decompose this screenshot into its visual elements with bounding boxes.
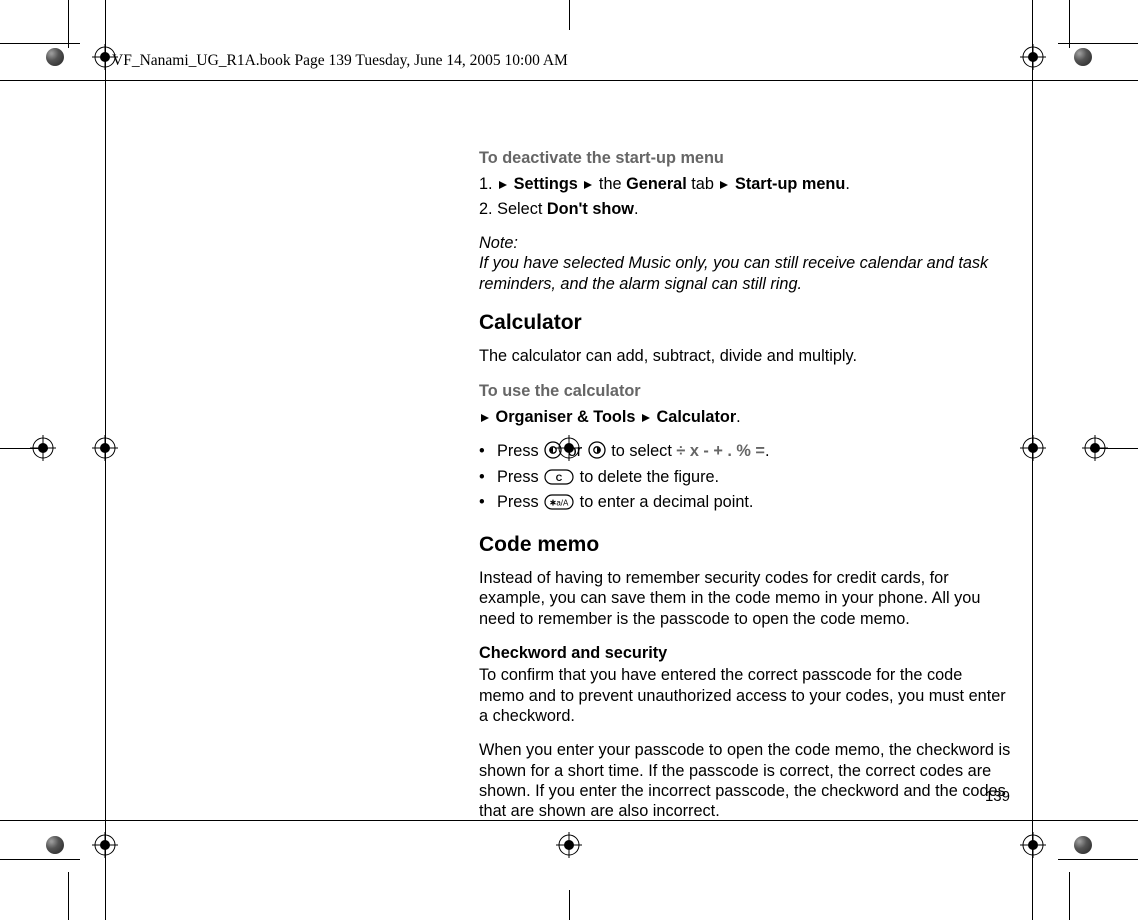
- calc-bullet-3: • Press ✱a/A to enter a decimal point.: [479, 492, 1011, 515]
- calculator-intro: The calculator can add, subtract, divide…: [479, 346, 1011, 366]
- nav-arrow-icon: [481, 414, 489, 422]
- c-key-icon: C: [544, 469, 574, 490]
- text: Press: [497, 442, 543, 460]
- note-body: If you have selected Music only, you can…: [479, 253, 1011, 294]
- text: the: [594, 175, 626, 193]
- tab-general: General: [626, 175, 687, 193]
- text: .: [845, 175, 850, 193]
- step-number: 1.: [479, 175, 497, 193]
- text: Press: [497, 468, 543, 486]
- calculator-nav-path: Organiser & Tools Calculator.: [479, 407, 1011, 427]
- menu-organiser-tools: Organiser & Tools: [496, 408, 636, 426]
- text: or: [563, 442, 587, 460]
- text: .: [634, 200, 639, 218]
- step-1: 1. Settings the General tab Start-up men…: [479, 174, 1011, 194]
- calc-operators: ÷ x - + . % =: [676, 442, 765, 460]
- nav-right-icon: [588, 441, 606, 464]
- registration-mark-icon: [1020, 832, 1046, 858]
- corner-ball-icon: [46, 836, 64, 854]
- corner-ball-icon: [46, 48, 64, 66]
- calc-bullet-1: • Press or to select ÷ x - + . % =.: [479, 441, 1011, 464]
- nav-left-icon: [544, 441, 562, 464]
- option-dont-show: Don't show: [547, 200, 634, 218]
- text: .: [765, 442, 770, 460]
- text: .: [736, 408, 741, 426]
- heading-code-memo: Code memo: [479, 532, 1011, 558]
- svg-text:C: C: [556, 473, 563, 483]
- menu-startup: Start-up menu: [735, 175, 845, 193]
- corner-ball-icon: [1074, 836, 1092, 854]
- nav-arrow-icon: [499, 181, 507, 189]
- star-key-icon: ✱a/A: [544, 494, 574, 515]
- heading-deactivate-startup: To deactivate the start-up menu: [479, 148, 1011, 168]
- nav-arrow-icon: [642, 414, 650, 422]
- text: 2. Select: [479, 200, 547, 218]
- page-number: 139: [985, 788, 1010, 805]
- menu-calculator: Calculator: [657, 408, 737, 426]
- heading-use-calculator: To use the calculator: [479, 381, 1011, 401]
- note-label: Note:: [479, 233, 1011, 253]
- calc-bullet-2: • Press C to delete the figure.: [479, 467, 1011, 490]
- page-header-meta: VF_Nanami_UG_R1A.book Page 139 Tuesday, …: [112, 52, 568, 70]
- registration-mark-icon: [556, 832, 582, 858]
- text: to delete the figure.: [575, 468, 719, 486]
- menu-settings: Settings: [514, 175, 578, 193]
- code-memo-intro: Instead of having to remember security c…: [479, 568, 1011, 629]
- registration-mark-icon: [92, 435, 118, 461]
- text: tab: [687, 175, 719, 193]
- step-2: 2. Select Don't show.: [479, 199, 1011, 219]
- registration-mark-icon: [92, 832, 118, 858]
- text: to select: [607, 442, 677, 460]
- nav-arrow-icon: [720, 181, 728, 189]
- checkword-paragraph-1: To confirm that you have entered the cor…: [479, 665, 1011, 726]
- text: to enter a decimal point.: [575, 493, 753, 511]
- heading-checkword: Checkword and security: [479, 643, 1011, 663]
- text: Press: [497, 493, 543, 511]
- svg-text:✱a/A: ✱a/A: [550, 499, 569, 508]
- note-block: Note: If you have selected Music only, y…: [479, 233, 1011, 294]
- heading-calculator: Calculator: [479, 310, 1011, 336]
- nav-arrow-icon: [584, 181, 592, 189]
- registration-mark-icon: [1020, 44, 1046, 70]
- checkword-paragraph-2: When you enter your passcode to open the…: [479, 740, 1011, 821]
- page-content: To deactivate the start-up menu 1. Setti…: [479, 148, 1011, 836]
- corner-ball-icon: [1074, 48, 1092, 66]
- registration-mark-icon: [1020, 435, 1046, 461]
